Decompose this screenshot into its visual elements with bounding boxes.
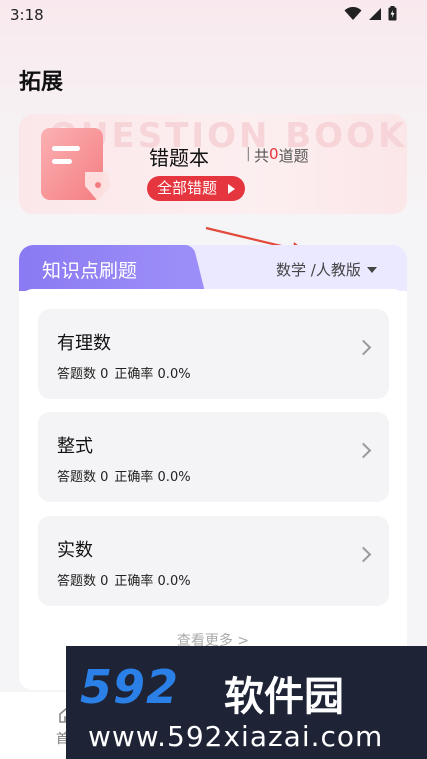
topic-item[interactable]: 有理数 答题数 0 正确率 0.0% <box>38 309 389 399</box>
mistake-total-prefix: 共 <box>254 147 270 165</box>
watermark-url: www.592xiazai.com <box>88 720 384 753</box>
status-time: 3:18 <box>10 6 44 24</box>
topic-name: 实数 <box>57 540 93 561</box>
all-mistakes-label: 全部错题 <box>157 179 218 197</box>
mistake-total: 共 0 道题 <box>254 145 309 166</box>
signal-icon <box>369 7 381 20</box>
mistake-book-card[interactable]: QUESTION BOOK 错题本 | 共 0 道题 全部错题 <box>19 114 407 214</box>
chevron-right-icon <box>355 546 372 563</box>
topic-name: 有理数 <box>57 333 111 354</box>
topic-name: 整式 <box>57 436 93 457</box>
notebook-pen-icon <box>41 128 111 200</box>
status-bar: 3:18 <box>0 0 427 32</box>
answered-count: 答题数 0 <box>57 574 109 589</box>
topic-stats: 答题数 0 正确率 0.0% <box>57 466 191 485</box>
knowledge-header: 知识点刷题 数学 /人教版 <box>19 245 407 291</box>
separator: | <box>246 146 251 162</box>
mistake-book-title: 错题本 <box>149 146 209 170</box>
topic-stats: 答题数 0 正确率 0.0% <box>57 570 191 589</box>
wifi-icon <box>344 6 362 20</box>
page-title: 拓展 <box>19 70 64 95</box>
all-mistakes-button[interactable]: 全部错题 <box>147 176 246 201</box>
topic-list: 有理数 答题数 0 正确率 0.0% 整式 答题数 0 正确率 0.0% 实数 … <box>19 289 407 690</box>
answered-count: 答题数 0 <box>57 470 109 485</box>
chevron-right-icon <box>355 339 372 356</box>
status-icons <box>344 6 397 21</box>
topic-stats: 答题数 0 正确率 0.0% <box>57 363 191 382</box>
subject-selector[interactable]: 数学 /人教版 <box>276 259 377 280</box>
accuracy: 正确率 0.0% <box>114 574 191 589</box>
battery-icon <box>388 6 397 21</box>
topic-item[interactable]: 整式 答题数 0 正确率 0.0% <box>38 412 389 502</box>
site-watermark-banner: 592 软件园 www.592xiazai.com <box>66 646 427 759</box>
topic-item[interactable]: 实数 答题数 0 正确率 0.0% <box>38 516 389 606</box>
accuracy: 正确率 0.0% <box>114 367 191 382</box>
play-arrow-icon <box>228 184 236 194</box>
tab-knowledge-practice-label: 知识点刷题 <box>42 260 138 282</box>
accuracy: 正确率 0.0% <box>114 470 191 485</box>
subject-label: 数学 /人教版 <box>276 261 361 279</box>
mistake-total-count: 0 <box>269 145 279 163</box>
chevron-right-icon <box>355 442 372 459</box>
watermark-logo: 592 <box>80 660 180 714</box>
mistake-total-suffix: 道题 <box>278 147 309 165</box>
answered-count: 答题数 0 <box>57 367 109 382</box>
watermark-name: 软件园 <box>224 674 344 720</box>
knowledge-practice-card: 知识点刷题 数学 /人教版 有理数 答题数 0 正确率 0.0% 整式 答题数 … <box>19 245 407 690</box>
caret-down-icon <box>366 266 377 273</box>
